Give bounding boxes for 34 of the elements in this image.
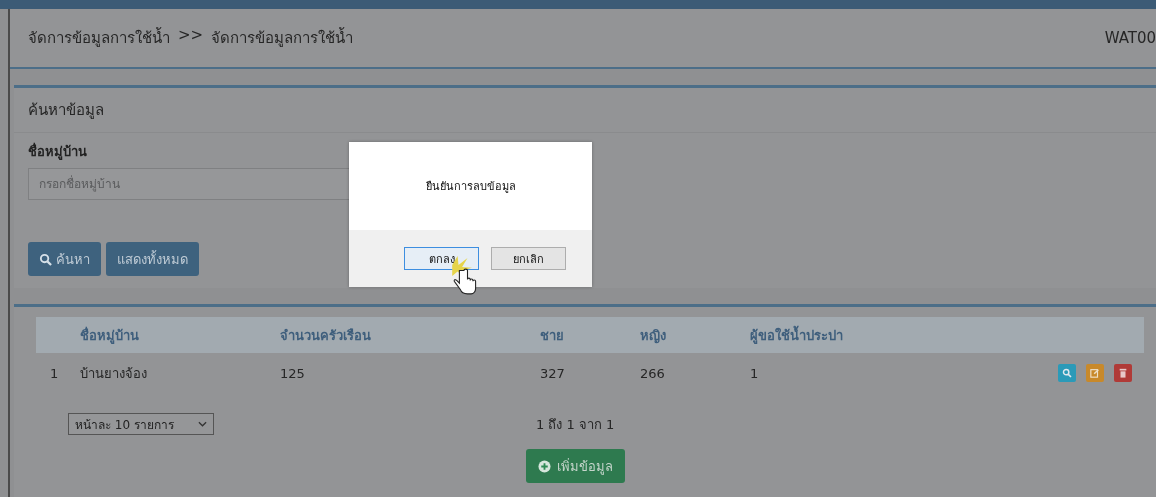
show-all-button[interactable]: แสดงทั้งหมด	[106, 242, 199, 276]
dialog-message: ยืนยันการลบข้อมูล	[425, 179, 516, 195]
column-header: ผู้ขอใช้น้ำประปา	[750, 324, 844, 346]
edit-icon	[1090, 368, 1100, 378]
table-cell-text: 327	[540, 365, 566, 381]
table-cell-text: 1	[750, 365, 760, 381]
column-header: ชาย	[540, 326, 565, 345]
search-icon	[1062, 368, 1072, 378]
table-cell-text: 266	[640, 365, 666, 381]
plus-circle-icon	[537, 459, 551, 473]
delete-button[interactable]	[1114, 364, 1132, 382]
breadcrumb-item: จัดการข้อมูลการใช้น้ำ	[211, 26, 354, 49]
table-cell-text: 125	[280, 365, 306, 381]
ok-button[interactable]: ตกลง	[404, 247, 479, 270]
pagination-info: 1 ถึง 1 จาก 1	[536, 415, 615, 434]
column-header: จำนวนครัวเรือน	[280, 326, 372, 345]
breadcrumb-item: >>	[178, 26, 204, 46]
column-header: หญิง	[640, 326, 667, 346]
page-size-dropdown[interactable]: หน้าละ 10 รายการ	[68, 413, 214, 435]
edit-button[interactable]	[1086, 364, 1104, 382]
chevron-down-icon	[198, 421, 207, 427]
search-button[interactable]: ค้นหา	[28, 242, 101, 276]
cancel-button[interactable]: ยกเลิก	[491, 247, 566, 270]
add-button[interactable]: เพิ่มข้อมูล	[525, 449, 625, 483]
field-label: ชื่อหมู่บ้าน	[28, 141, 87, 162]
panel-title: ค้นหาข้อมูล	[28, 101, 104, 119]
view-button[interactable]	[1058, 364, 1076, 382]
breadcrumb-item: จัดการข้อมูลการใช้น้ำ	[28, 26, 170, 49]
table-cell-text: บ้านยางจ้อง	[80, 364, 148, 383]
page-code: WAT00	[1104, 29, 1156, 47]
search-icon	[39, 252, 52, 266]
table-cell-text: 1	[50, 365, 60, 381]
column-header: ชื่อหมู่บ้าน	[80, 325, 140, 346]
trash-icon	[1118, 368, 1128, 378]
